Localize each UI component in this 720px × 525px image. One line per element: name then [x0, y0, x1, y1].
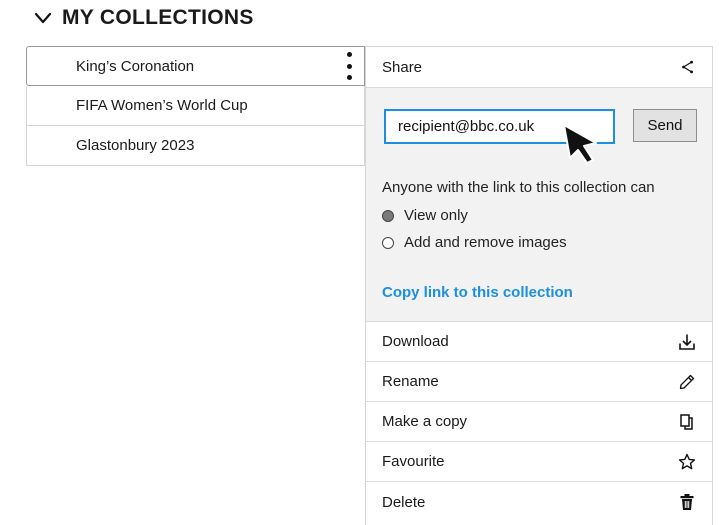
- trash-icon: [680, 494, 694, 510]
- mouse-pointer-icon: [563, 124, 597, 164]
- pencil-icon: [679, 374, 695, 389]
- collections-header[interactable]: MY COLLECTIONS: [34, 4, 254, 32]
- rename-action[interactable]: Rename: [366, 362, 712, 402]
- favourite-label: Favourite: [382, 453, 445, 470]
- collections-list: King’s Coronation FIFA Women’s World Cup…: [26, 46, 365, 166]
- add-remove-images-label: Add and remove images: [404, 234, 567, 251]
- make-a-copy-action[interactable]: Make a copy: [366, 402, 712, 442]
- share-title: Share: [382, 58, 423, 76]
- delete-action[interactable]: Delete: [366, 482, 712, 522]
- share-header[interactable]: Share: [366, 46, 712, 88]
- share-panel: Send Anyone with the link to this collec…: [366, 88, 712, 322]
- collection-item-glastonbury-2023[interactable]: Glastonbury 2023: [26, 126, 365, 166]
- collection-label: King’s Coronation: [76, 57, 195, 75]
- view-only-label: View only: [404, 207, 468, 224]
- send-button[interactable]: Send: [633, 109, 697, 142]
- download-icon: [679, 334, 695, 350]
- permission-text: Anyone with the link to this collection …: [382, 179, 655, 196]
- make-a-copy-label: Make a copy: [382, 413, 468, 430]
- add-remove-images-radio[interactable]: [382, 236, 394, 249]
- collection-item-fifa-womens-world-cup[interactable]: FIFA Women’s World Cup: [26, 86, 365, 126]
- download-label: Download: [382, 333, 449, 350]
- rename-label: Rename: [382, 373, 439, 390]
- download-action[interactable]: Download: [366, 322, 712, 362]
- delete-label: Delete: [382, 493, 426, 511]
- chevron-down-icon: [34, 12, 52, 24]
- star-icon: [678, 453, 696, 469]
- favourite-action[interactable]: Favourite: [366, 442, 712, 482]
- copy-link-button[interactable]: Copy link to this collection: [382, 284, 573, 301]
- view-only-option[interactable]: View only: [382, 207, 468, 224]
- collection-label: Glastonbury 2023: [76, 137, 195, 154]
- collection-label: FIFA Women’s World Cup: [76, 97, 248, 114]
- copy-icon: [680, 413, 693, 430]
- collection-item-kings-coronation[interactable]: King’s Coronation: [26, 46, 365, 86]
- view-only-radio[interactable]: [382, 209, 394, 222]
- page-title: MY COLLECTIONS: [62, 6, 254, 29]
- add-remove-images-option[interactable]: Add and remove images: [382, 234, 567, 251]
- more-options-icon[interactable]: [344, 52, 354, 80]
- share-icon: [682, 60, 693, 74]
- collection-options-menu: Share Send Anyone with the link to this …: [365, 46, 713, 525]
